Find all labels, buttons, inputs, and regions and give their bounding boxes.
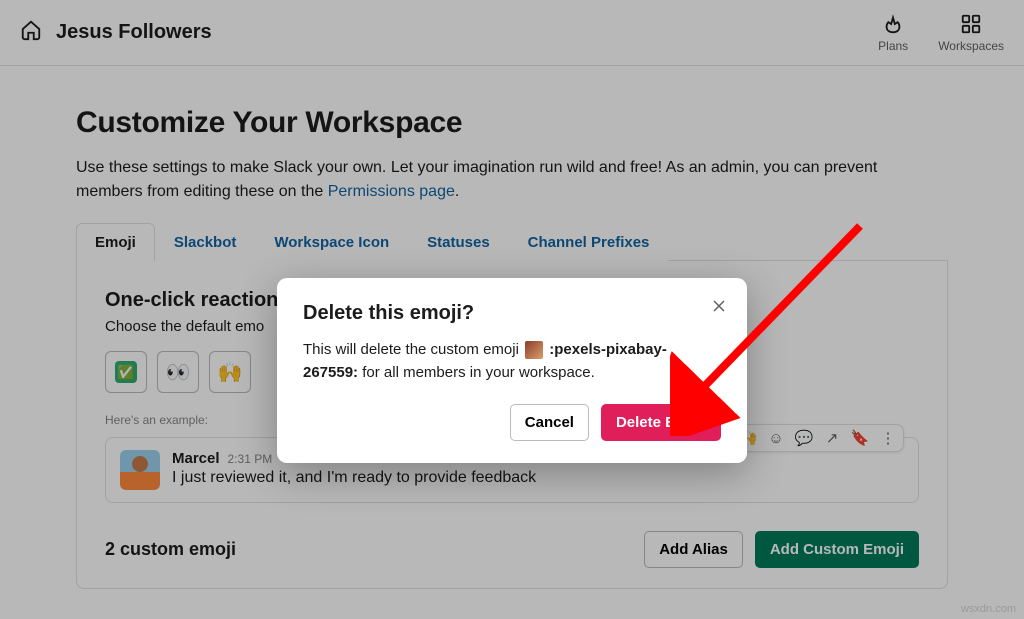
delete-emoji-button[interactable]: Delete Emoji (601, 404, 721, 441)
modal-title: Delete this emoji? (303, 302, 721, 325)
modal-body: This will delete the custom emoji :pexel… (303, 339, 721, 384)
modal-text-b: for all members in your workspace. (358, 364, 595, 381)
modal-text-a: This will delete the custom emoji (303, 341, 523, 358)
emoji-preview-icon (525, 341, 543, 359)
close-icon[interactable] (711, 298, 727, 319)
watermark: wsxdn.com (961, 603, 1016, 615)
cancel-button[interactable]: Cancel (510, 404, 589, 441)
modal-footer: Cancel Delete Emoji (303, 404, 721, 441)
delete-emoji-modal: Delete this emoji? This will delete the … (277, 278, 747, 463)
modal-overlay[interactable]: Delete this emoji? This will delete the … (0, 0, 1024, 619)
